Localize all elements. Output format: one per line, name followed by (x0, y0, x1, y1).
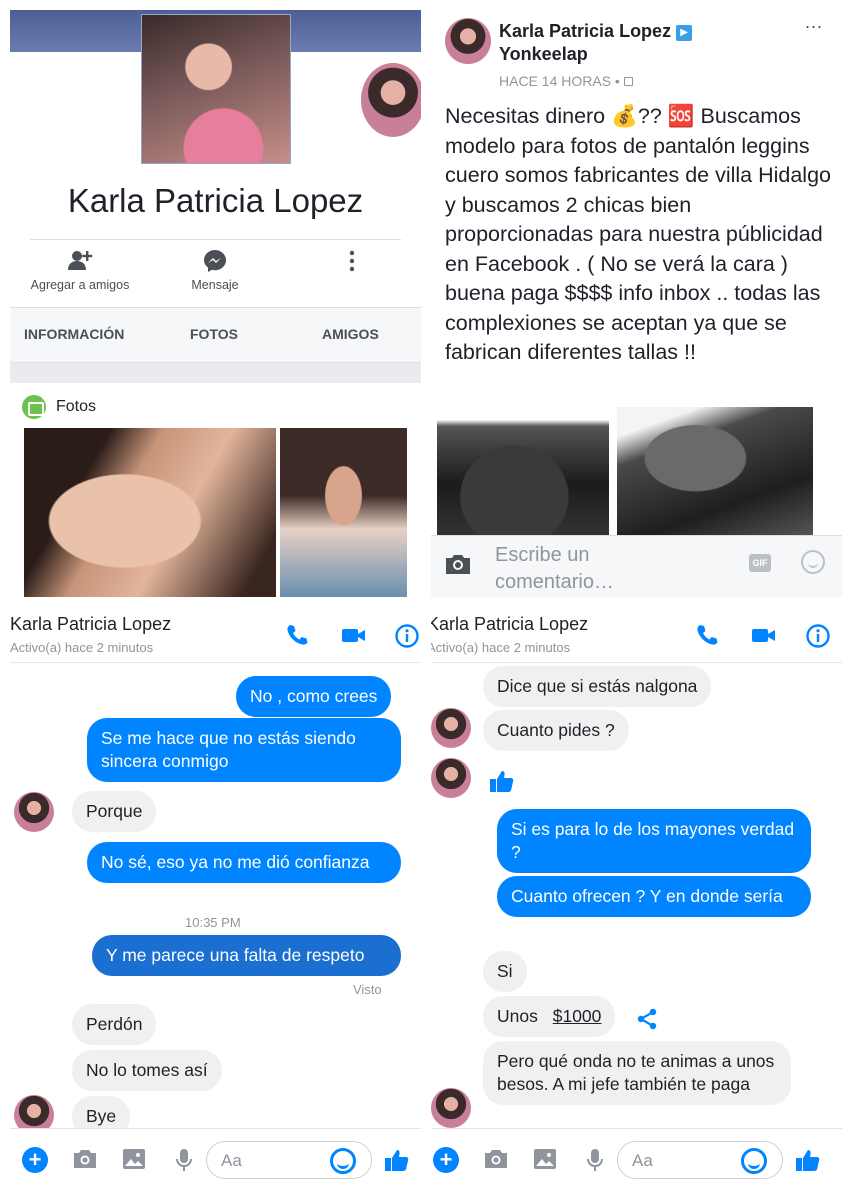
photos-section: Fotos (10, 383, 421, 597)
microphone-icon[interactable] (171, 1147, 197, 1173)
message-received[interactable]: Dice que si estás nalgona (483, 666, 712, 707)
divider (30, 239, 401, 240)
info-icon[interactable] (805, 623, 831, 648)
message-button[interactable]: Mensaje (145, 248, 285, 294)
post-image[interactable] (437, 407, 609, 535)
more-vertical-icon (282, 248, 421, 276)
message-composer: + Aa (10, 1128, 421, 1190)
profile-thumbnail[interactable] (358, 60, 421, 140)
phone-icon[interactable] (694, 623, 720, 647)
photos-header[interactable]: Fotos (22, 395, 96, 419)
contact-name[interactable]: Karla Patricia Lopez (10, 614, 171, 635)
phone-icon[interactable] (284, 623, 310, 647)
camera-icon[interactable] (72, 1147, 98, 1173)
photos-title: Fotos (56, 398, 97, 415)
message-label: Mensaje (191, 278, 239, 292)
tab-amigos[interactable]: AMIGOS (322, 326, 379, 342)
plus-icon[interactable]: + (433, 1147, 459, 1173)
chat-header: Karla Patricia Lopez Activo(a) hace 2 mi… (10, 607, 421, 663)
post-image[interactable] (617, 407, 813, 535)
tab-fotos[interactable]: FOTOS (190, 326, 238, 342)
like-sticker-icon (489, 768, 515, 799)
profile-name: Karla Patricia Lopez (67, 182, 364, 219)
like-icon[interactable] (795, 1147, 821, 1173)
message-sent[interactable]: Si es para lo de los mayones verdad ? (497, 809, 811, 873)
add-friend-icon (10, 248, 150, 276)
message-received[interactable]: Unos $1000 (483, 996, 616, 1037)
message-composer: + Aa (431, 1128, 842, 1190)
message-sent[interactable]: No sé, eso ya no me dió confianza (87, 842, 401, 883)
camera-icon[interactable] (443, 552, 473, 576)
comment-bar: Escribe un comentario… GIF (431, 535, 842, 597)
more-options-icon[interactable]: ... (805, 12, 823, 33)
author-page: Yonkeelap (499, 44, 588, 64)
chat-header: Karla Patricia Lopez Activo(a) hace 2 mi… (431, 607, 842, 663)
info-icon[interactable] (394, 623, 420, 648)
message-received[interactable]: No lo tomes así (72, 1050, 222, 1091)
seen-indicator: Visto (353, 982, 382, 997)
active-status: Activo(a) hace 2 minutos (10, 640, 154, 655)
timestamp-separator: 10:35 PM (185, 915, 241, 930)
share-icon[interactable] (635, 1007, 659, 1036)
post-text: Necesitas dinero 💰?? 🆘 Buscamos modelo p… (445, 104, 832, 364)
plus-icon[interactable]: + (22, 1147, 48, 1173)
timestamp-text: HACE 14 HORAS • (499, 73, 620, 89)
tab-informacion[interactable]: INFORMACIÓN (24, 326, 124, 342)
message-list: Dice que si estás nalgona Cuanto pides ?… (431, 664, 842, 1128)
message-received[interactable]: Porque (72, 791, 157, 832)
emoji-icon[interactable] (330, 1148, 356, 1174)
photo-thumbnail[interactable] (280, 428, 407, 597)
gallery-icon[interactable] (532, 1147, 558, 1173)
comment-input[interactable]: Escribe un comentario… (495, 542, 655, 596)
photos-icon (22, 395, 46, 419)
avatar[interactable] (431, 758, 471, 798)
message-list: No , como crees Se me hace que no estás … (10, 664, 421, 1137)
gif-icon[interactable]: GIF (749, 554, 771, 572)
message-sent[interactable]: Cuanto ofrecen ? Y en donde sería (497, 876, 811, 917)
camera-icon[interactable] (483, 1147, 509, 1173)
message-received[interactable]: Pero qué onda no te animas a unos besos.… (483, 1041, 791, 1105)
more-options-button[interactable] (282, 248, 421, 276)
avatar[interactable] (445, 18, 491, 64)
add-friend-label: Agregar a amigos (30, 278, 130, 292)
like-icon[interactable] (384, 1147, 410, 1173)
author-name: Karla Patricia Lopez (499, 21, 672, 41)
message-received[interactable]: Perdón (72, 1004, 157, 1045)
add-friend-button[interactable]: Agregar a amigos (10, 248, 150, 294)
microphone-icon[interactable] (582, 1147, 608, 1173)
message-sent[interactable]: Se me hace que no estás siendo sincera c… (87, 718, 401, 782)
video-call-icon[interactable] (751, 623, 777, 647)
message-received[interactable]: Si (483, 951, 527, 992)
play-icon: ▶ (676, 25, 693, 41)
avatar[interactable] (431, 708, 471, 748)
message-text: Unos (497, 1006, 538, 1026)
privacy-icon (623, 77, 633, 86)
gallery-icon[interactable] (121, 1147, 147, 1173)
chat-panel-1: Karla Patricia Lopez Activo(a) hace 2 mi… (10, 607, 421, 1190)
post-author[interactable]: Karla Patricia Lopez ▶ Yonkeelap (499, 20, 799, 66)
amount-link[interactable]: $1000 (553, 1006, 602, 1026)
video-call-icon[interactable] (341, 623, 367, 647)
profile-tabs: INFORMACIÓN FOTOS AMIGOS (10, 307, 421, 363)
message-sent[interactable]: Y me parece una falta de respeto (92, 935, 401, 976)
chat-panel-2: Karla Patricia Lopez Activo(a) hace 2 mi… (431, 607, 842, 1190)
photo-thumbnail[interactable] (24, 428, 276, 597)
avatar[interactable] (431, 1088, 471, 1128)
post-panel: Karla Patricia Lopez ▶ Yonkeelap HACE 14… (431, 10, 842, 597)
profile-panel: Karla Patricia Lopez Agregar a amigos Me… (10, 10, 421, 597)
avatar[interactable] (14, 792, 54, 832)
messenger-icon (145, 248, 285, 276)
contact-name[interactable]: Karla Patricia Lopez (431, 614, 588, 635)
message-received[interactable]: Cuanto pides ? (483, 710, 629, 751)
profile-picture[interactable] (141, 14, 291, 164)
emoji-icon[interactable] (741, 1148, 767, 1174)
message-sent[interactable]: No , como crees (236, 676, 392, 717)
active-status: Activo(a) hace 2 minutos (431, 640, 571, 655)
post-timestamp: HACE 14 HORAS • (499, 73, 633, 89)
emoji-icon[interactable] (801, 550, 825, 574)
